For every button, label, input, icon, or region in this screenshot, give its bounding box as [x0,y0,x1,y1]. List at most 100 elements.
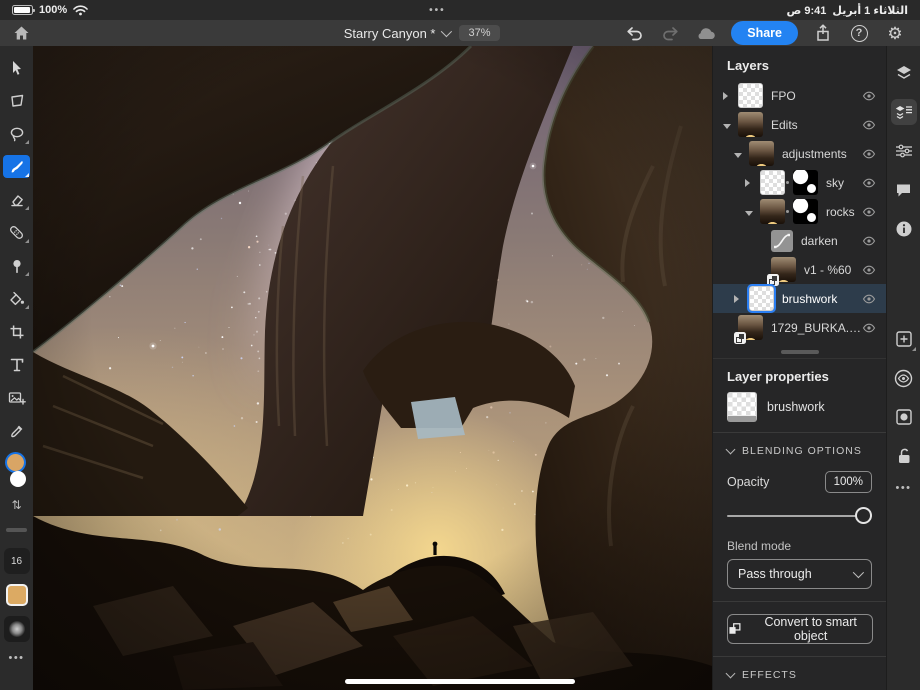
status-time: 9:41 ص [786,4,827,17]
eye-icon [862,91,876,100]
rail-layer-list-button[interactable] [890,99,917,125]
tool-brush[interactable] [3,155,30,178]
document-title[interactable]: Starry Canyon * [344,26,453,41]
layer-thumbnail[interactable] [738,83,763,108]
layer-thumbnail[interactable] [749,141,774,166]
layer-thumbnail[interactable] [738,112,763,137]
rail-add-layer-button[interactable] [891,326,917,352]
brush-color-swatch[interactable] [5,584,28,606]
add-layer-icon [895,331,912,347]
layer-visibility-toggle[interactable] [862,234,876,248]
share-button[interactable]: Share [731,21,798,45]
foreground-color-well[interactable] [6,454,24,471]
rail-adjustments-button[interactable] [891,138,917,164]
tool-type[interactable] [3,353,30,376]
swap-colors-icon[interactable]: ⇅ [11,498,21,512]
rail-layer-stack-button[interactable] [891,60,917,86]
layer-mask-thumbnail[interactable] [793,199,818,224]
brush-tip-preview[interactable] [3,616,30,642]
background-color-well[interactable] [9,471,26,487]
blend-mode-dropdown[interactable]: Pass through [727,559,872,589]
blend-mode-label: Blend mode [727,539,792,553]
layer-expander[interactable] [734,145,746,163]
layer-name: FPO [771,88,796,103]
layer-thumbnail[interactable] [747,284,776,313]
layer-row[interactable]: Edits [713,110,886,139]
layer-visibility-toggle[interactable] [862,292,876,306]
help-button[interactable]: ? [848,22,870,44]
layer-thumbnail[interactable] [760,199,785,224]
convert-smart-object-button[interactable]: Convert to smart object [727,614,873,644]
tool-move[interactable] [3,56,30,79]
layer-row[interactable]: 1729_BURKA...anced-NR33 [713,313,886,344]
rail-more-button[interactable]: ••• [895,482,911,494]
layer-row[interactable]: rocks [713,197,886,226]
tools-sidebar: ⇅ 16 ••• [0,46,33,690]
tool-eraser[interactable] [3,188,30,211]
effects-header[interactable]: EFFECTS [713,657,886,687]
layer-expander[interactable] [745,174,757,192]
tool-crop[interactable] [3,320,30,343]
layer-expander[interactable] [745,203,757,221]
layer-visibility-toggle[interactable] [862,118,876,132]
layer-visibility-toggle[interactable] [862,89,876,103]
rail-lock-button[interactable] [891,443,917,469]
tool-heal[interactable] [3,221,30,244]
brush-size-box[interactable]: 16 [3,548,30,574]
status-menu-dots[interactable]: ••• [429,5,446,16]
undo-button[interactable] [623,22,645,44]
layer-visibility-toggle[interactable] [862,147,876,161]
eraser-tool-icon [10,194,23,206]
panel-rail: ••• [886,46,920,690]
app-toolbar: Starry Canyon * 37% Share ? ⚙ [0,20,920,46]
opacity-slider-knob[interactable] [855,507,872,524]
layer-thumbnail[interactable] [771,229,793,252]
layer-expander[interactable] [723,116,735,134]
layer-thumbnail[interactable] [760,170,785,195]
document-canvas[interactable] [33,46,712,690]
layer-thumbnail[interactable] [734,315,763,344]
layer-row[interactable]: FPO [713,81,886,110]
tool-lasso[interactable] [3,122,30,145]
tool-place-photo[interactable] [3,386,30,409]
blending-options-header[interactable]: BLENDING OPTIONS [713,433,886,463]
layer-visibility-toggle[interactable] [862,321,876,335]
panel-drag-handle[interactable] [780,350,819,354]
toolbar-more-button[interactable]: ••• [8,652,24,664]
tool-fill[interactable] [3,287,30,310]
tool-clone-stamp[interactable] [3,254,30,277]
zoom-level-badge[interactable]: 37% [459,25,500,41]
redo-button[interactable] [659,22,681,44]
layer-row[interactable]: sky [713,168,886,197]
layer-expander[interactable] [734,290,746,308]
layer-row[interactable]: brushwork [713,284,886,313]
rail-visibility-button[interactable] [891,365,917,391]
export-button[interactable] [812,22,834,44]
layer-mask-thumbnail[interactable] [793,170,818,195]
layer-visibility-toggle[interactable] [862,205,876,219]
home-button[interactable] [10,22,32,44]
tool-transform[interactable] [3,89,30,112]
opacity-slider[interactable] [727,507,872,525]
layer-stack-icon [896,66,911,79]
layer-row[interactable]: v1 - %60 [713,255,886,286]
layer-thumbnail[interactable] [767,257,796,286]
cloud-sync-button[interactable] [695,22,717,44]
eye-icon [862,294,876,303]
layer-visibility-toggle[interactable] [862,176,876,190]
rail-info-button[interactable] [891,216,917,242]
layer-expander[interactable] [723,87,735,105]
tool-eyedropper[interactable] [3,419,30,442]
rail-mask-button[interactable] [891,404,917,430]
rail-comment-button[interactable] [891,177,917,203]
layer-row[interactable]: adjustments [713,139,886,168]
opacity-value-box[interactable]: 100% [824,471,872,493]
selected-layer-thumbnail[interactable] [727,392,757,422]
layer-row[interactable]: darken [713,226,886,255]
toolbar-drag-handle[interactable] [6,528,27,532]
selected-layer-name: brushwork [767,400,825,414]
layer-visibility-toggle[interactable] [862,263,876,277]
home-indicator-bar[interactable] [345,679,575,684]
layer-name: brushwork [782,291,838,306]
settings-button[interactable]: ⚙ [884,22,906,44]
